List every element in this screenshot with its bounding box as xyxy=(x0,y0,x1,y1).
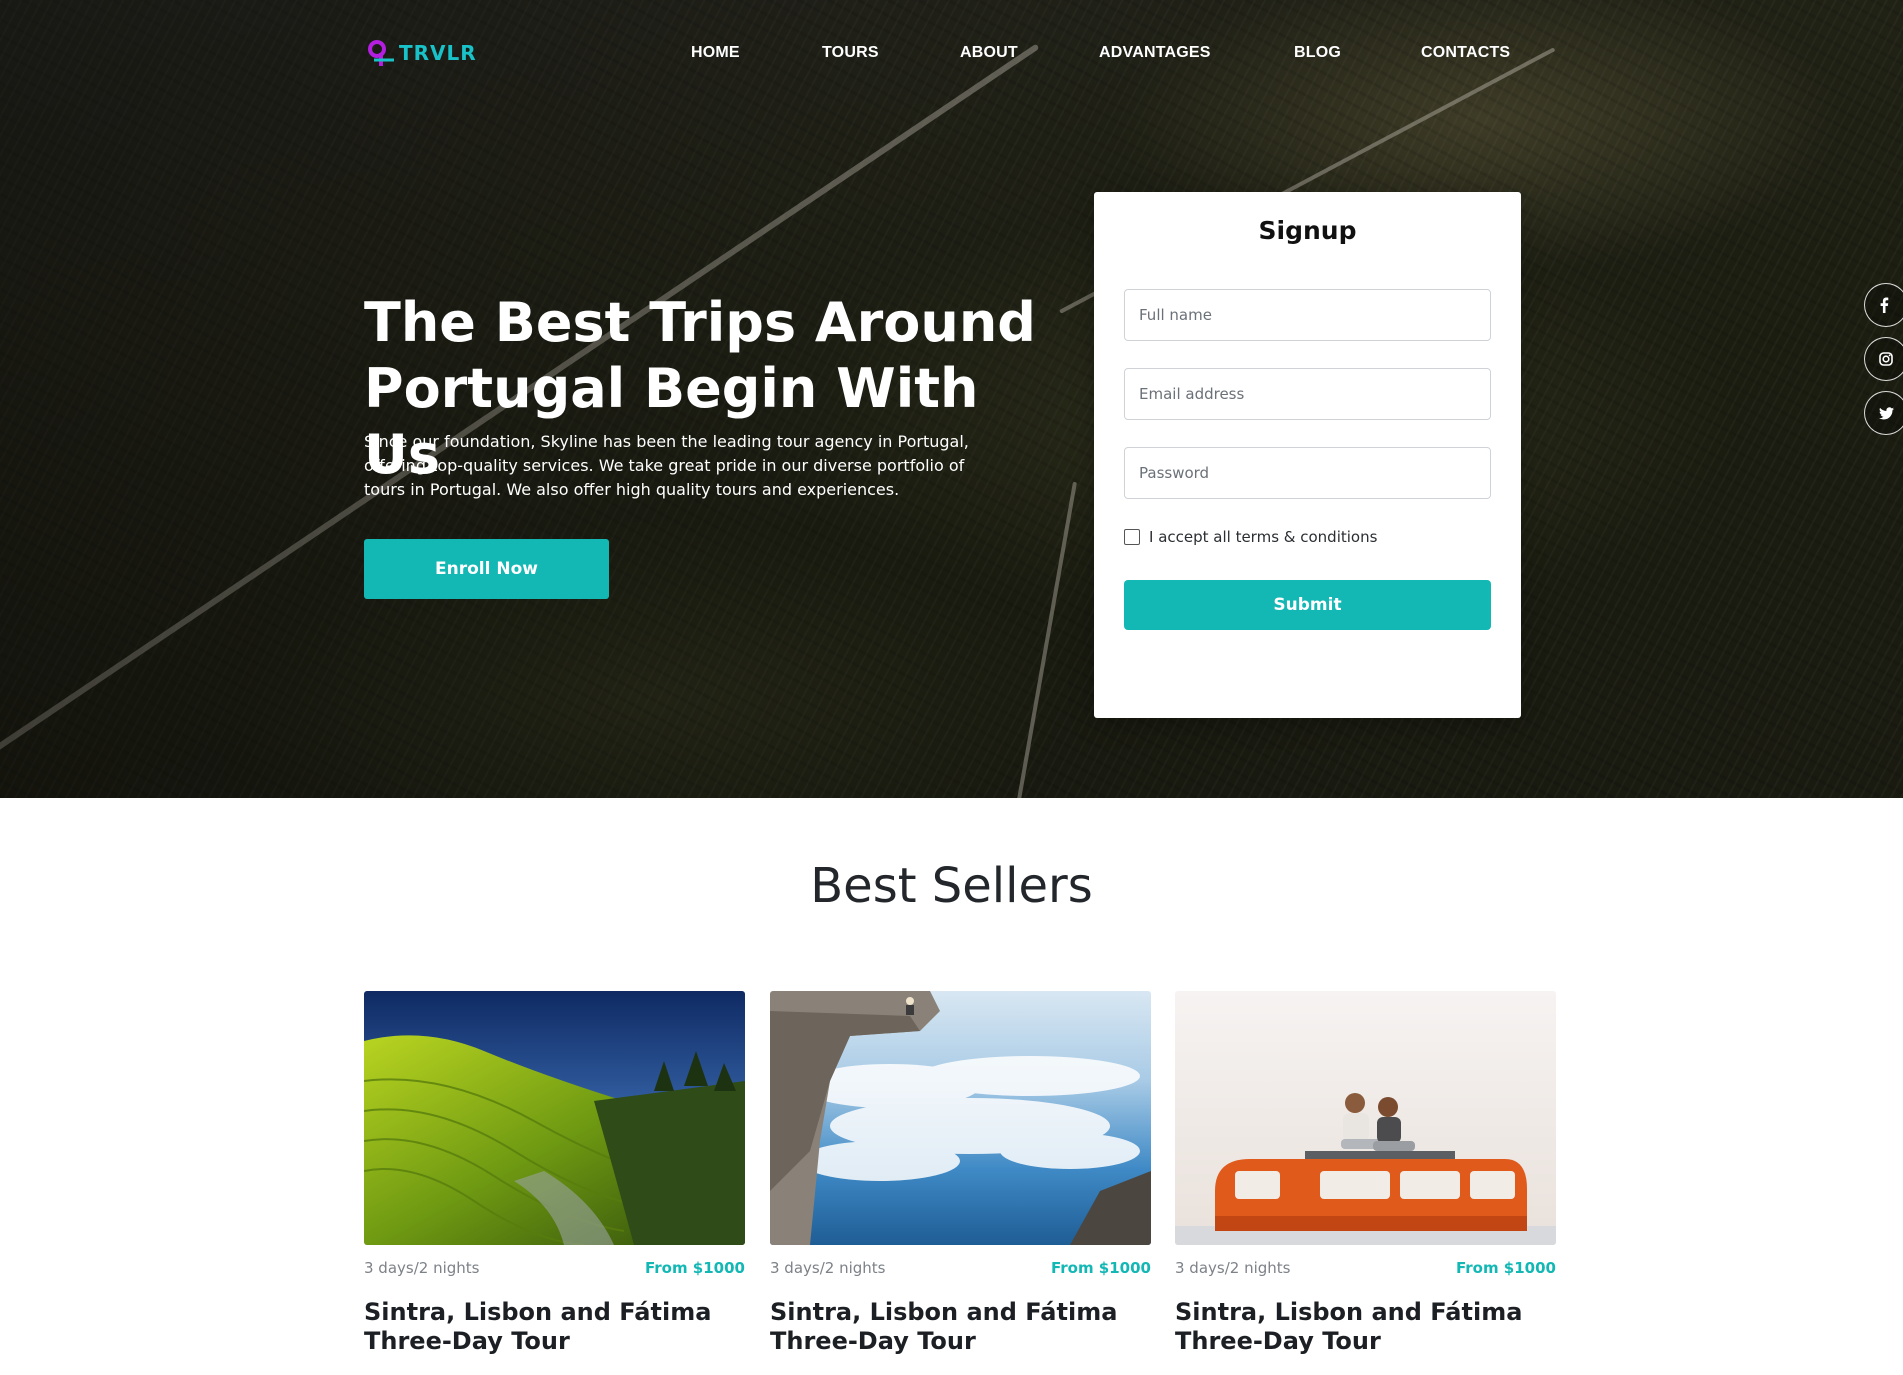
nav-tours[interactable]: TOURS xyxy=(822,44,879,62)
tour-price: From $1000 xyxy=(1455,1259,1556,1277)
tour-card[interactable]: 3 days/2 nights From $1000 Sintra, Lisbo… xyxy=(770,991,1151,1356)
hero-section: TRVLR HOME TOURS ABOUT ADVANTAGES BLOG C… xyxy=(0,0,1903,798)
orange-van-image xyxy=(1175,991,1556,1245)
twitter-icon xyxy=(1879,406,1894,419)
cliff-clouds-image xyxy=(770,991,1151,1245)
card-meta: 3 days/2 nights From $1000 xyxy=(364,1259,745,1281)
friends-on-orange-van-photo[interactable] xyxy=(1175,991,1556,1245)
full-name-field[interactable] xyxy=(1124,289,1491,341)
hero-description: Since our foundation, Skyline has been t… xyxy=(364,432,969,499)
enroll-now-button[interactable]: Enroll Now xyxy=(364,539,609,599)
email-field[interactable] xyxy=(1124,368,1491,420)
terms-checkbox[interactable] xyxy=(1124,529,1140,545)
facebook-icon xyxy=(1880,297,1889,313)
cliff-above-clouds-photo[interactable] xyxy=(770,991,1151,1245)
password-field[interactable] xyxy=(1124,447,1491,499)
logo-mark-icon xyxy=(368,40,394,66)
brand-logo[interactable]: TRVLR xyxy=(366,38,477,68)
instagram-link[interactable] xyxy=(1864,337,1903,381)
rice-terraces-image xyxy=(364,991,745,1245)
tour-title[interactable]: Sintra, Lisbon and Fátima Three-Day Tour xyxy=(364,1298,745,1356)
logo-text: TRVLR xyxy=(399,41,477,65)
signup-form: Signup I accept all terms & conditions S… xyxy=(1094,192,1521,718)
tour-card[interactable]: 3 days/2 nights From $1000 Sintra, Lisbo… xyxy=(364,991,745,1356)
tour-price: From $1000 xyxy=(1050,1259,1151,1277)
tour-duration: 3 days/2 nights xyxy=(364,1259,480,1277)
card-meta: 3 days/2 nights From $1000 xyxy=(770,1259,1151,1281)
tour-duration: 3 days/2 nights xyxy=(770,1259,886,1277)
rice-terraces-photo[interactable] xyxy=(364,991,745,1245)
nav-advantages[interactable]: ADVANTAGES xyxy=(1099,44,1211,62)
signup-title: Signup xyxy=(1258,216,1357,245)
terms-label: I accept all terms & conditions xyxy=(1149,528,1378,546)
nav-home[interactable]: HOME xyxy=(691,44,740,62)
nav-contacts[interactable]: CONTACTS xyxy=(1421,44,1510,62)
tour-card[interactable]: 3 days/2 nights From $1000 Sintra, Lisbo… xyxy=(1175,991,1556,1356)
card-meta: 3 days/2 nights From $1000 xyxy=(1175,1259,1556,1281)
tour-duration: 3 days/2 nights xyxy=(1175,1259,1291,1277)
nav-about[interactable]: ABOUT xyxy=(960,44,1018,62)
facebook-link[interactable] xyxy=(1864,283,1903,327)
twitter-link[interactable] xyxy=(1864,391,1903,435)
submit-button[interactable]: Submit xyxy=(1124,580,1491,630)
nav-blog[interactable]: BLOG xyxy=(1294,44,1341,62)
tour-price: From $1000 xyxy=(644,1259,745,1277)
tour-title[interactable]: Sintra, Lisbon and Fátima Three-Day Tour xyxy=(770,1298,1151,1356)
instagram-icon xyxy=(1879,352,1893,366)
best-sellers-title: Best Sellers xyxy=(810,858,1093,914)
terms-row[interactable]: I accept all terms & conditions xyxy=(1124,528,1377,546)
tour-title[interactable]: Sintra, Lisbon and Fátima Three-Day Tour xyxy=(1175,1298,1556,1356)
